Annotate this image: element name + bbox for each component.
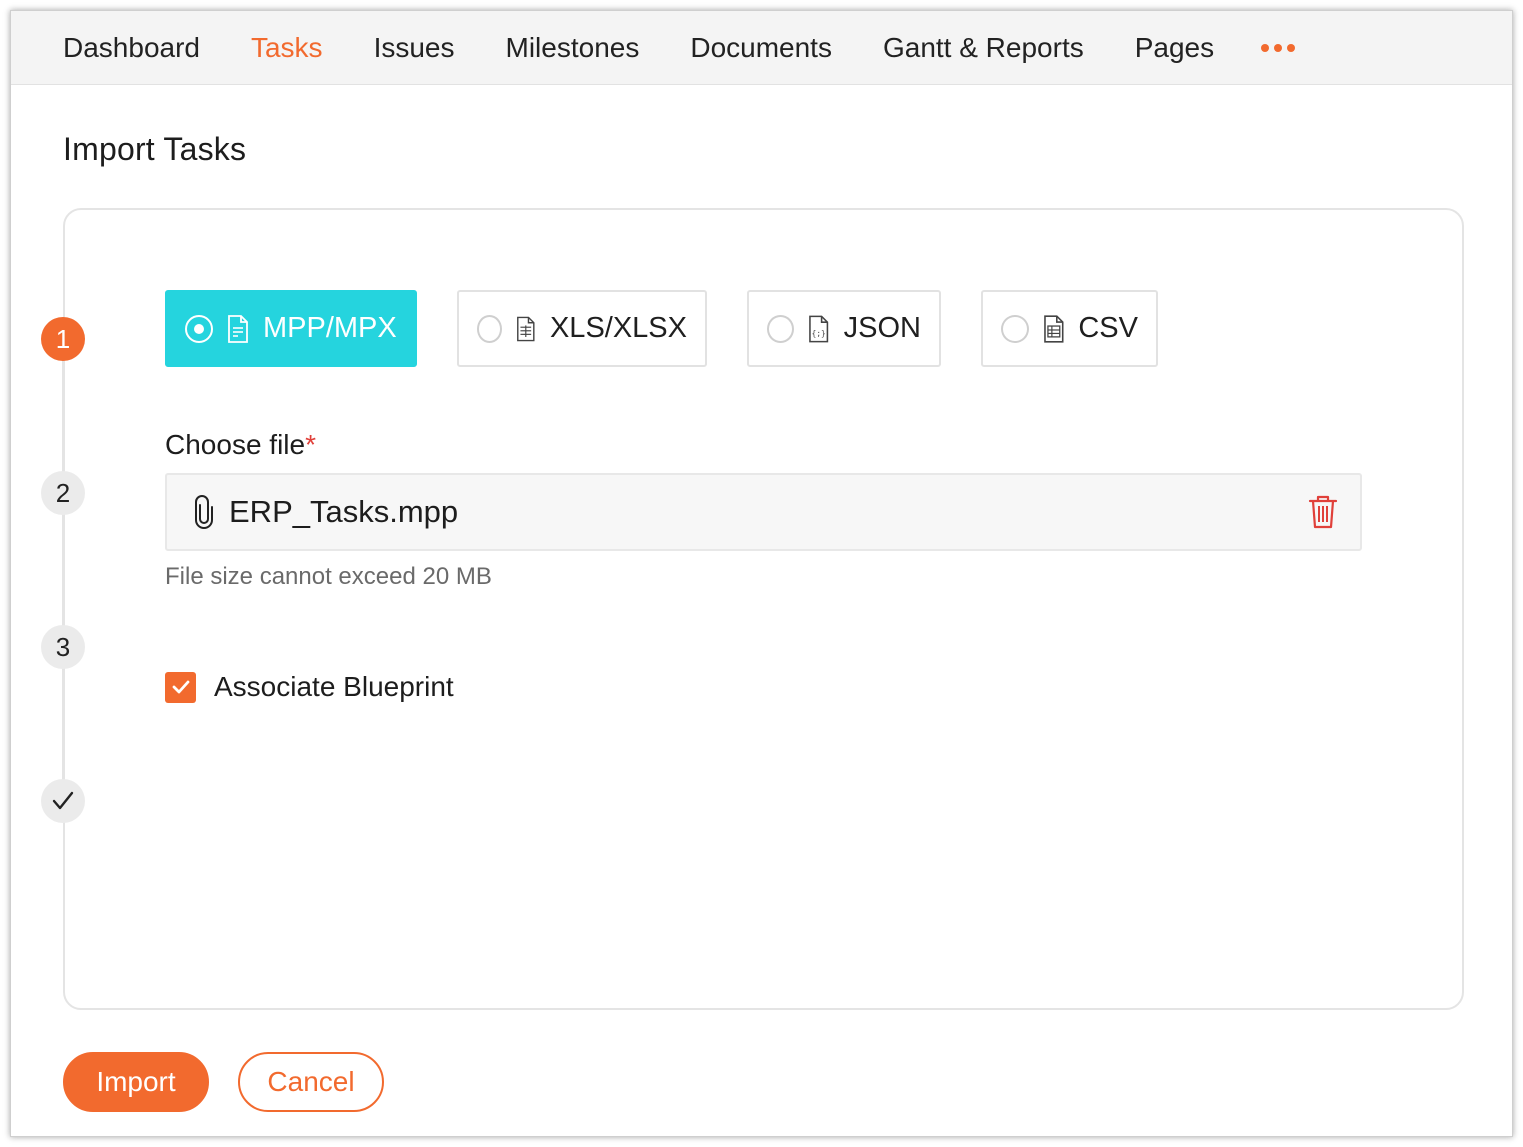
paperclip-icon [195,495,213,529]
spreadsheet-file-icon [517,316,535,341]
choose-file-label: Choose file* [165,429,316,461]
format-option-csv[interactable]: CSV [981,290,1158,367]
format-label: JSON [843,312,921,344]
format-option-xls[interactable]: XLS/XLSX [457,290,707,367]
file-input[interactable]: ERP_Tasks.mpp [165,473,1362,551]
import-button[interactable]: Import [63,1052,209,1112]
nav-gantt-reports[interactable]: Gantt & Reports [883,33,1084,62]
step-complete [41,779,85,823]
radio-unselected[interactable] [477,314,503,343]
nav-dashboard[interactable]: Dashboard [63,33,200,62]
page-title: Import Tasks [63,131,247,167]
format-option-json[interactable]: {;} JSON [747,290,941,367]
selected-file-name: ERP_Tasks.mpp [229,494,459,529]
nav-milestones[interactable]: Milestones [506,33,640,62]
import-tasks-window: Dashboard Tasks Issues Milestones Docume… [10,10,1513,1137]
associate-blueprint-checkbox[interactable] [165,671,196,703]
format-label: MPP/MPX [263,312,397,344]
svg-text:{;}: {;} [812,328,826,337]
radio-unselected[interactable] [767,314,795,343]
csv-file-icon [1043,314,1064,343]
trash-icon[interactable] [1308,494,1338,530]
format-option-mpp[interactable]: MPP/MPX [165,290,417,367]
required-marker: * [305,429,316,460]
format-options: MPP/MPX XLS/XLSX {;} JSON CSV [165,290,1198,367]
nav-issues[interactable]: Issues [374,33,455,62]
step-2: 2 [41,471,85,515]
associate-blueprint-label: Associate Blueprint [214,671,454,702]
associate-blueprint-checkbox-row[interactable]: Associate Blueprint [165,671,454,703]
document-icon [228,314,248,343]
checkmark-icon [52,791,74,810]
step-1: 1 [41,317,85,361]
top-navigation: Dashboard Tasks Issues Milestones Docume… [11,11,1512,85]
step-3: 3 [41,625,85,669]
more-horizontal-icon[interactable] [1261,43,1296,52]
nav-tasks[interactable]: Tasks [251,33,323,62]
json-file-icon: {;} [809,315,829,342]
nav-pages[interactable]: Pages [1135,33,1214,62]
radio-unselected[interactable] [1001,314,1029,343]
cancel-button[interactable]: Cancel [238,1052,384,1112]
stepper-line [62,339,64,809]
file-size-hint: File size cannot exceed 20 MB [165,563,492,590]
nav-documents[interactable]: Documents [690,33,832,62]
format-label: XLS/XLSX [549,312,687,344]
radio-selected[interactable] [185,314,213,343]
format-label: CSV [1078,312,1138,344]
check-icon [172,680,189,694]
choose-file-label-text: Choose file [165,429,306,460]
